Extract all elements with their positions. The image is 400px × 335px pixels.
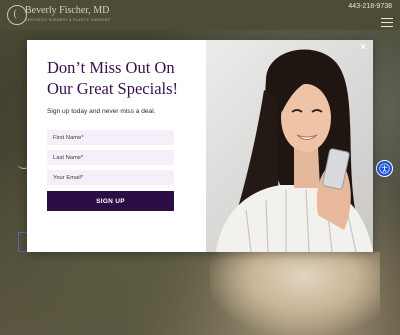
brand-name[interactable]: Beverly Fischer, MD: [25, 5, 109, 16]
site-header: Beverly Fischer, MD AESTHETIC SURGERY & …: [0, 0, 400, 30]
first-name-field[interactable]: [47, 130, 174, 145]
woman-with-phone-illustration: [216, 49, 373, 252]
popup-title: Don’t Miss Out On Our Great Specials!: [47, 58, 179, 98]
header-phone-link[interactable]: 443-218-9738: [348, 3, 392, 10]
signup-popup: Don’t Miss Out On Our Great Specials! Si…: [27, 40, 373, 252]
hamburger-menu-icon[interactable]: [381, 18, 393, 27]
popup-subtitle: Sign up today and never miss a deal.: [47, 108, 156, 115]
brand-subtitle: AESTHETIC SURGERY & PLASTIC SURGERY: [25, 18, 111, 22]
popup-form-panel: Don’t Miss Out On Our Great Specials! Si…: [27, 40, 206, 252]
background-photo: [210, 252, 380, 335]
logo-mark-icon[interactable]: [7, 5, 27, 25]
email-field[interactable]: [47, 170, 174, 185]
accessibility-icon[interactable]: [376, 160, 393, 177]
sign-up-button[interactable]: SIGN UP: [47, 191, 174, 211]
last-name-field[interactable]: [47, 150, 174, 165]
close-icon[interactable]: ×: [357, 42, 369, 54]
popup-photo: ×: [206, 40, 373, 252]
